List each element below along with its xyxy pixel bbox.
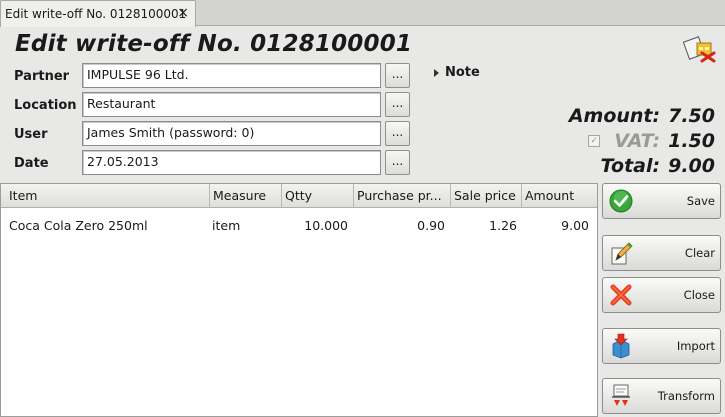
location-label: Location [14, 98, 77, 113]
close-label: Close [683, 288, 715, 302]
column-header-purchase-price[interactable]: Purchase pr... [354, 184, 451, 208]
user-picker-button[interactable]: ... [385, 121, 410, 146]
table-header: Item Measure Qtty Purchase pr... Sale pr… [1, 184, 597, 208]
vat-value: 1.50 [668, 130, 715, 152]
tab-close-icon[interactable]: × [177, 6, 189, 20]
partner-picker-button[interactable]: ... [385, 63, 410, 88]
column-header-item[interactable]: Item [1, 184, 210, 208]
transform-button[interactable]: Transform [602, 378, 721, 414]
cell-item: Coca Cola Zero 250ml [9, 218, 148, 233]
vat-label: VAT: [614, 130, 661, 152]
close-button[interactable]: Close [602, 277, 721, 313]
close-x-icon [610, 284, 632, 306]
page-title: Edit write-off No. 0128100001 [15, 31, 413, 57]
cell-qtty: 10.000 [304, 218, 348, 233]
save-label: Save [686, 194, 715, 208]
date-field[interactable]: 27.05.2013 [82, 150, 381, 175]
cell-sale-price: 1.26 [489, 218, 517, 233]
cell-measure: item [212, 218, 241, 233]
total-row: Total: 9.00 [601, 155, 715, 177]
column-header-sale-price[interactable]: Sale price [451, 184, 522, 208]
column-header-measure[interactable]: Measure [210, 184, 282, 208]
date-picker-button[interactable]: ... [385, 150, 410, 175]
clear-pencil-icon [611, 242, 633, 265]
vat-checkbox[interactable]: ✓ [588, 135, 601, 147]
check-icon [609, 189, 633, 213]
user-label: User [14, 127, 48, 142]
column-header-qtty[interactable]: Qtty [282, 184, 354, 208]
transform-label: Transform [657, 389, 715, 403]
write-off-document-icon [683, 36, 716, 63]
items-table[interactable]: Item Measure Qtty Purchase pr... Sale pr… [0, 183, 598, 417]
import-icon [612, 333, 630, 359]
clear-label: Clear [684, 246, 715, 260]
transform-icon [612, 384, 630, 406]
import-label: Import [676, 339, 715, 353]
partner-label: Partner [14, 69, 70, 84]
import-button[interactable]: Import [602, 328, 721, 364]
note-expander[interactable]: Note [434, 65, 480, 80]
total-label: Total: [600, 155, 661, 177]
save-button[interactable]: Save [602, 183, 721, 219]
cell-amount: 9.00 [561, 218, 589, 233]
user-field[interactable]: James Smith (password: 0) [82, 121, 381, 146]
location-picker-button[interactable]: ... [385, 92, 410, 117]
cell-purchase-price: 0.90 [417, 218, 445, 233]
tab-edit-write-off[interactable]: Edit write-off No. 0128100001 × [0, 0, 196, 27]
column-header-amount[interactable]: Amount [522, 184, 597, 208]
clear-button[interactable]: Clear [602, 235, 721, 271]
expand-arrow-icon [434, 68, 439, 77]
vat-row: ✓ VAT: 1.50 [588, 130, 715, 152]
amount-label: Amount: [568, 105, 661, 127]
amount-value: 7.50 [668, 105, 715, 127]
note-label: Note [445, 65, 480, 80]
location-field[interactable]: Restaurant [82, 92, 381, 117]
partner-field[interactable]: IMPULSE 96 Ltd. [82, 63, 381, 88]
total-value: 9.00 [668, 155, 715, 177]
tab-bar: Edit write-off No. 0128100001 × [0, 0, 725, 27]
tab-label: Edit write-off No. 0128100001 [5, 7, 187, 21]
date-label: Date [14, 156, 49, 171]
amount-row: Amount: 7.50 [569, 105, 715, 127]
